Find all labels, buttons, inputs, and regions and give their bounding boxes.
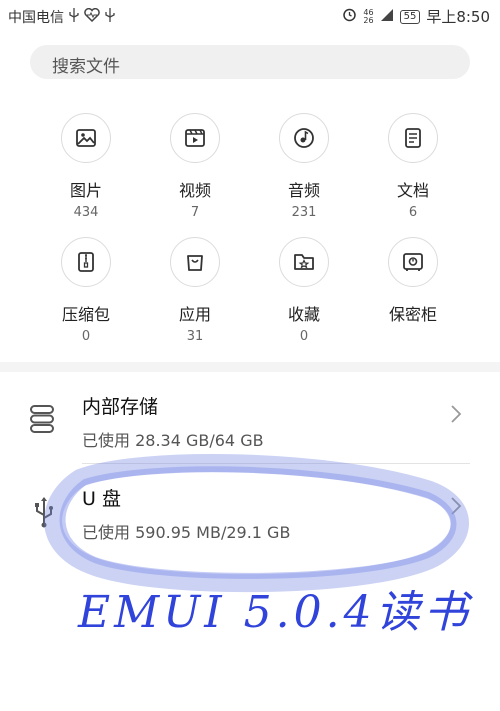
alarm-icon [342, 7, 357, 26]
storage-usage: 已使用 590.95 MB/29.1 GB [82, 523, 291, 542]
category-videos[interactable]: 视频 7 [145, 113, 245, 220]
category-count: 0 [299, 329, 309, 344]
usb-debug-icon [105, 8, 115, 26]
category-audio[interactable]: 音频 231 [254, 113, 354, 220]
status-right: 46 26 55 早上8:50 [342, 6, 490, 27]
archive-icon [61, 237, 111, 287]
usb-storage-row[interactable]: U 盘 已使用 590.95 MB/29.1 GB [0, 464, 500, 556]
search-placeholder: 搜索文件 [52, 57, 120, 77]
favorite-folder-icon [279, 237, 329, 287]
battery-icon: 55 [399, 9, 421, 24]
chevron-right-icon [450, 404, 462, 428]
category-label: 压缩包 [61, 305, 110, 324]
video-icon [170, 113, 220, 163]
app-bag-icon [170, 237, 220, 287]
storage-usage: 已使用 28.34 GB/64 GB [82, 431, 264, 450]
category-count: 231 [291, 205, 317, 220]
section-separator [0, 362, 500, 372]
category-apps[interactable]: 应用 31 [145, 237, 245, 344]
safe-icon [388, 237, 438, 287]
category-images[interactable]: 图片 434 [36, 113, 136, 220]
internal-storage-row[interactable]: 内部存储 已使用 28.34 GB/64 GB [0, 372, 500, 464]
signal-bars-icon [380, 8, 394, 26]
category-label: 应用 [178, 305, 211, 324]
signal-indicator: 46 26 [363, 8, 374, 25]
category-label: 文档 [396, 181, 429, 200]
category-label: 图片 [69, 181, 102, 200]
category-favorites[interactable]: 收藏 0 [254, 237, 354, 344]
status-bar: 中国电信 46 26 55 早上8:50 [0, 0, 500, 32]
chevron-right-icon [450, 496, 462, 520]
carrier-label: 中国电信 [8, 10, 64, 26]
category-label: 视频 [178, 181, 211, 200]
category-safe[interactable]: 保密柜 [363, 237, 463, 329]
category-count: 0 [81, 329, 91, 344]
category-count: 7 [190, 205, 200, 220]
usb-icon [34, 496, 54, 532]
category-count: 434 [73, 205, 99, 220]
health-icon [84, 7, 100, 26]
category-count: 31 [186, 329, 204, 344]
category-count: 6 [408, 205, 418, 220]
search-input[interactable]: 搜索文件 [30, 45, 470, 79]
internal-storage-icon [28, 404, 56, 438]
category-label: 保密柜 [388, 305, 437, 324]
image-icon [61, 113, 111, 163]
storage-title: U 盘 [82, 488, 121, 510]
usb-status-icon [69, 8, 79, 26]
category-documents[interactable]: 文档 6 [363, 113, 463, 220]
music-icon [279, 113, 329, 163]
status-left: 中国电信 [8, 7, 115, 27]
category-label: 音频 [287, 181, 320, 200]
signal-bottom: 26 [363, 15, 374, 25]
storage-title: 内部存储 [82, 396, 159, 418]
document-icon [388, 113, 438, 163]
clock: 早上8:50 [426, 8, 490, 26]
category-label: 收藏 [287, 305, 320, 324]
category-archives[interactable]: 压缩包 0 [36, 237, 136, 344]
handwritten-annotation: EMUI 5.0.4读书 [78, 587, 472, 638]
